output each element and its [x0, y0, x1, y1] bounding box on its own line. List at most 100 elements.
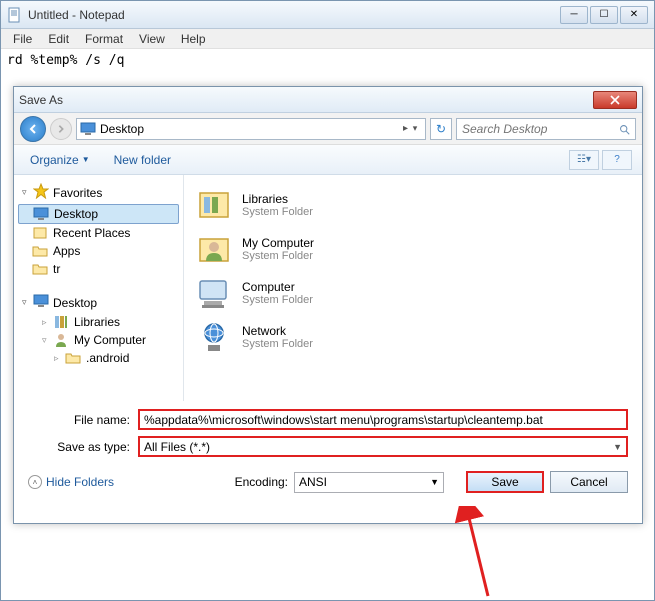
network-icon [194, 319, 234, 355]
dialog-close-button[interactable] [593, 91, 637, 109]
nav-item-label: My Computer [74, 333, 146, 347]
folder-icon [32, 244, 48, 258]
file-type: System Folder [242, 338, 313, 350]
search-icon [619, 122, 630, 136]
computer-icon [194, 275, 234, 311]
menu-view[interactable]: View [131, 30, 173, 48]
nav-item-tr[interactable]: tr [14, 260, 183, 278]
search-input[interactable] [462, 122, 619, 136]
menu-format[interactable]: Format [77, 30, 131, 48]
nav-item-libraries[interactable]: ▹ Libraries [14, 313, 183, 331]
nav-item-recent[interactable]: Recent Places [14, 224, 183, 242]
expand-icon: ▹ [54, 353, 63, 364]
window-controls: ─ ☐ ✕ [560, 6, 648, 24]
menu-help[interactable]: Help [173, 30, 214, 48]
encoding-group: Encoding: ANSI ▼ [235, 472, 444, 493]
folder-icon [32, 262, 48, 276]
close-button[interactable]: ✕ [620, 6, 648, 24]
nav-desktop-header[interactable]: ▿ Desktop [14, 292, 183, 313]
nav-item-label: Apps [53, 244, 80, 258]
menu-edit[interactable]: Edit [40, 30, 77, 48]
menu-file[interactable]: File [5, 30, 40, 48]
folder-icon [65, 351, 81, 365]
organize-label: Organize [30, 153, 79, 167]
nav-item-android[interactable]: ▹ .android [14, 349, 183, 367]
user-folder-icon [194, 231, 234, 267]
nav-item-apps[interactable]: Apps [14, 242, 183, 260]
file-name: Network [242, 324, 313, 338]
encoding-combo[interactable]: ANSI ▼ [294, 472, 444, 493]
dialog-title: Save As [19, 93, 593, 107]
collapse-icon: ▿ [22, 297, 31, 308]
file-type: System Folder [242, 294, 313, 306]
nav-pane: ▿ Favorites Desktop Recent Places Apps t… [14, 175, 184, 401]
libraries-icon [194, 187, 234, 223]
help-button[interactable]: ? [602, 150, 632, 170]
nav-back-button[interactable] [20, 116, 46, 142]
chevron-down-icon: ▼ [430, 477, 439, 487]
star-icon [33, 183, 49, 202]
chevron-up-icon: ˄ [28, 475, 42, 489]
minimize-button[interactable]: ─ [560, 6, 588, 24]
saveastype-value: All Files (*.*) [144, 440, 210, 454]
saveastype-combo[interactable]: All Files (*.*) ▼ [138, 436, 628, 457]
nav-forward-button [50, 118, 72, 140]
notepad-icon [7, 7, 23, 23]
file-item-computer[interactable]: Computer System Folder [188, 271, 638, 315]
nav-favorites-header[interactable]: ▿ Favorites [14, 181, 183, 204]
path-box[interactable]: Desktop ▸ ▾ [76, 118, 426, 140]
save-as-dialog: Save As Desktop ▸ ▾ ↻ Org [13, 86, 643, 524]
file-item-mycomputer[interactable]: My Computer System Folder [188, 227, 638, 271]
new-folder-button[interactable]: New folder [114, 153, 171, 167]
file-item-network[interactable]: Network System Folder [188, 315, 638, 359]
hide-folders-label: Hide Folders [46, 475, 114, 489]
desktop-icon [80, 122, 96, 136]
dialog-bottom: File name: Save as type: All Files (*.*)… [14, 401, 642, 499]
notepad-title: Untitled - Notepad [28, 8, 560, 22]
libraries-icon [53, 315, 69, 329]
chevron-down-icon: ▼ [613, 442, 622, 452]
search-box[interactable] [456, 118, 636, 140]
collapse-icon: ▿ [42, 335, 51, 346]
recent-icon [32, 226, 48, 240]
notepad-titlebar: Untitled - Notepad ─ ☐ ✕ [1, 1, 654, 29]
nav-item-label: .android [86, 351, 129, 365]
path-text: Desktop [100, 122, 399, 136]
chevron-down-icon: ▼ [82, 155, 90, 164]
filename-label: File name: [28, 413, 138, 427]
desktop-icon [33, 207, 49, 221]
saveastype-row: Save as type: All Files (*.*) ▼ [28, 436, 628, 457]
saveastype-label: Save as type: [28, 440, 138, 454]
nav-item-label: tr [53, 262, 60, 276]
file-type: System Folder [242, 206, 313, 218]
filename-row: File name: [28, 409, 628, 430]
nav-item-mycomputer[interactable]: ▿ My Computer [14, 331, 183, 349]
encoding-label: Encoding: [235, 475, 288, 489]
maximize-button[interactable]: ☐ [590, 6, 618, 24]
notepad-text-area[interactable]: rd %temp% /s /q [1, 49, 654, 72]
view-options-button[interactable]: ☷▾ [569, 150, 599, 170]
filename-input[interactable] [138, 409, 628, 430]
nav-desktop-label: Desktop [53, 296, 97, 310]
dialog-titlebar: Save As [14, 87, 642, 113]
nav-item-label: Libraries [74, 315, 120, 329]
refresh-button[interactable]: ↻ [430, 118, 452, 140]
address-bar: Desktop ▸ ▾ ↻ [14, 113, 642, 145]
user-icon [53, 333, 69, 347]
path-dropdown-icon[interactable]: ▾ [408, 123, 422, 134]
encoding-value: ANSI [299, 475, 327, 489]
action-row: ˄ Hide Folders Encoding: ANSI ▼ Save Can… [28, 471, 628, 493]
nav-item-label: Desktop [54, 207, 98, 221]
nav-item-desktop[interactable]: Desktop [18, 204, 179, 224]
file-name: My Computer [242, 236, 314, 250]
file-item-libraries[interactable]: Libraries System Folder [188, 183, 638, 227]
file-name: Computer [242, 280, 313, 294]
cancel-button[interactable]: Cancel [550, 471, 628, 493]
expand-icon: ▹ [42, 317, 51, 328]
toolbar: Organize ▼ New folder ☷▾ ? [14, 145, 642, 175]
file-pane: Libraries System Folder My Computer Syst… [184, 175, 642, 401]
organize-menu[interactable]: Organize ▼ [24, 150, 96, 170]
save-button[interactable]: Save [466, 471, 544, 493]
file-name: Libraries [242, 192, 313, 206]
hide-folders-button[interactable]: ˄ Hide Folders [28, 475, 114, 489]
